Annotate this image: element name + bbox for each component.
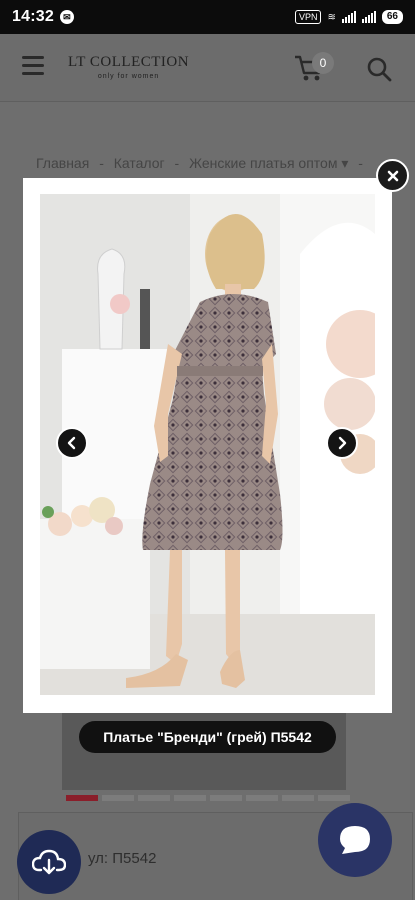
gallery-dot[interactable]	[138, 795, 170, 801]
close-icon	[387, 170, 398, 181]
breadcrumb-dresses[interactable]: Женские платья оптом ▾	[189, 155, 348, 171]
breadcrumb-home[interactable]: Главная	[36, 155, 89, 171]
messenger-icon: ✉	[59, 10, 74, 24]
wifi-icon: ≋	[327, 11, 336, 23]
gallery-dot[interactable]	[210, 795, 242, 801]
logo-tagline: only for women	[97, 73, 160, 80]
search-icon[interactable]	[366, 56, 392, 82]
gallery-dot[interactable]	[318, 795, 350, 801]
vpn-badge: VPN	[294, 10, 322, 24]
download-catalog-button[interactable]	[17, 830, 81, 894]
product-article: ул: П5542	[88, 850, 157, 867]
signal-icon	[341, 11, 356, 23]
cart-count-badge: 0	[312, 52, 334, 74]
battery-indicator: 66	[381, 10, 403, 24]
cloud-download-icon	[32, 849, 66, 875]
breadcrumb: Главная - Каталог - Женские платья оптом…	[36, 155, 369, 172]
chevron-left-icon	[67, 436, 76, 450]
breadcrumb-sep: -	[358, 155, 363, 171]
site-header: LT COLLECTION only for women 0	[0, 34, 415, 102]
next-image-button[interactable]	[326, 427, 358, 459]
gallery-dot[interactable]	[66, 795, 98, 801]
breadcrumb-sep: -	[174, 155, 180, 171]
chat-button[interactable]	[318, 803, 392, 877]
status-time: 14:32	[12, 8, 54, 25]
logo-title: LT COLLECTION	[68, 54, 190, 70]
gallery-dot[interactable]	[174, 795, 206, 801]
logo[interactable]: LT COLLECTION only for women	[68, 54, 189, 80]
gallery-dot[interactable]	[102, 795, 134, 801]
lightbox-caption: Платье "Бренди" (грей) П5542	[79, 721, 336, 753]
chat-icon	[340, 826, 370, 854]
close-lightbox-button[interactable]	[376, 159, 409, 192]
breadcrumb-sep: -	[99, 155, 104, 171]
status-bar: 14:32 ✉ VPN ≋ 66	[0, 0, 415, 34]
gallery-dot[interactable]	[282, 795, 314, 801]
dress-photo-illustration	[40, 194, 375, 695]
gallery-dot[interactable]	[246, 795, 278, 801]
gallery-dots	[66, 795, 350, 801]
breadcrumb-catalog[interactable]: Каталог	[114, 155, 165, 171]
product-photo	[40, 194, 375, 695]
menu-icon[interactable]	[22, 56, 44, 76]
previous-image-button[interactable]	[56, 427, 88, 459]
chevron-right-icon	[338, 436, 347, 450]
signal-icon-2	[361, 11, 376, 23]
